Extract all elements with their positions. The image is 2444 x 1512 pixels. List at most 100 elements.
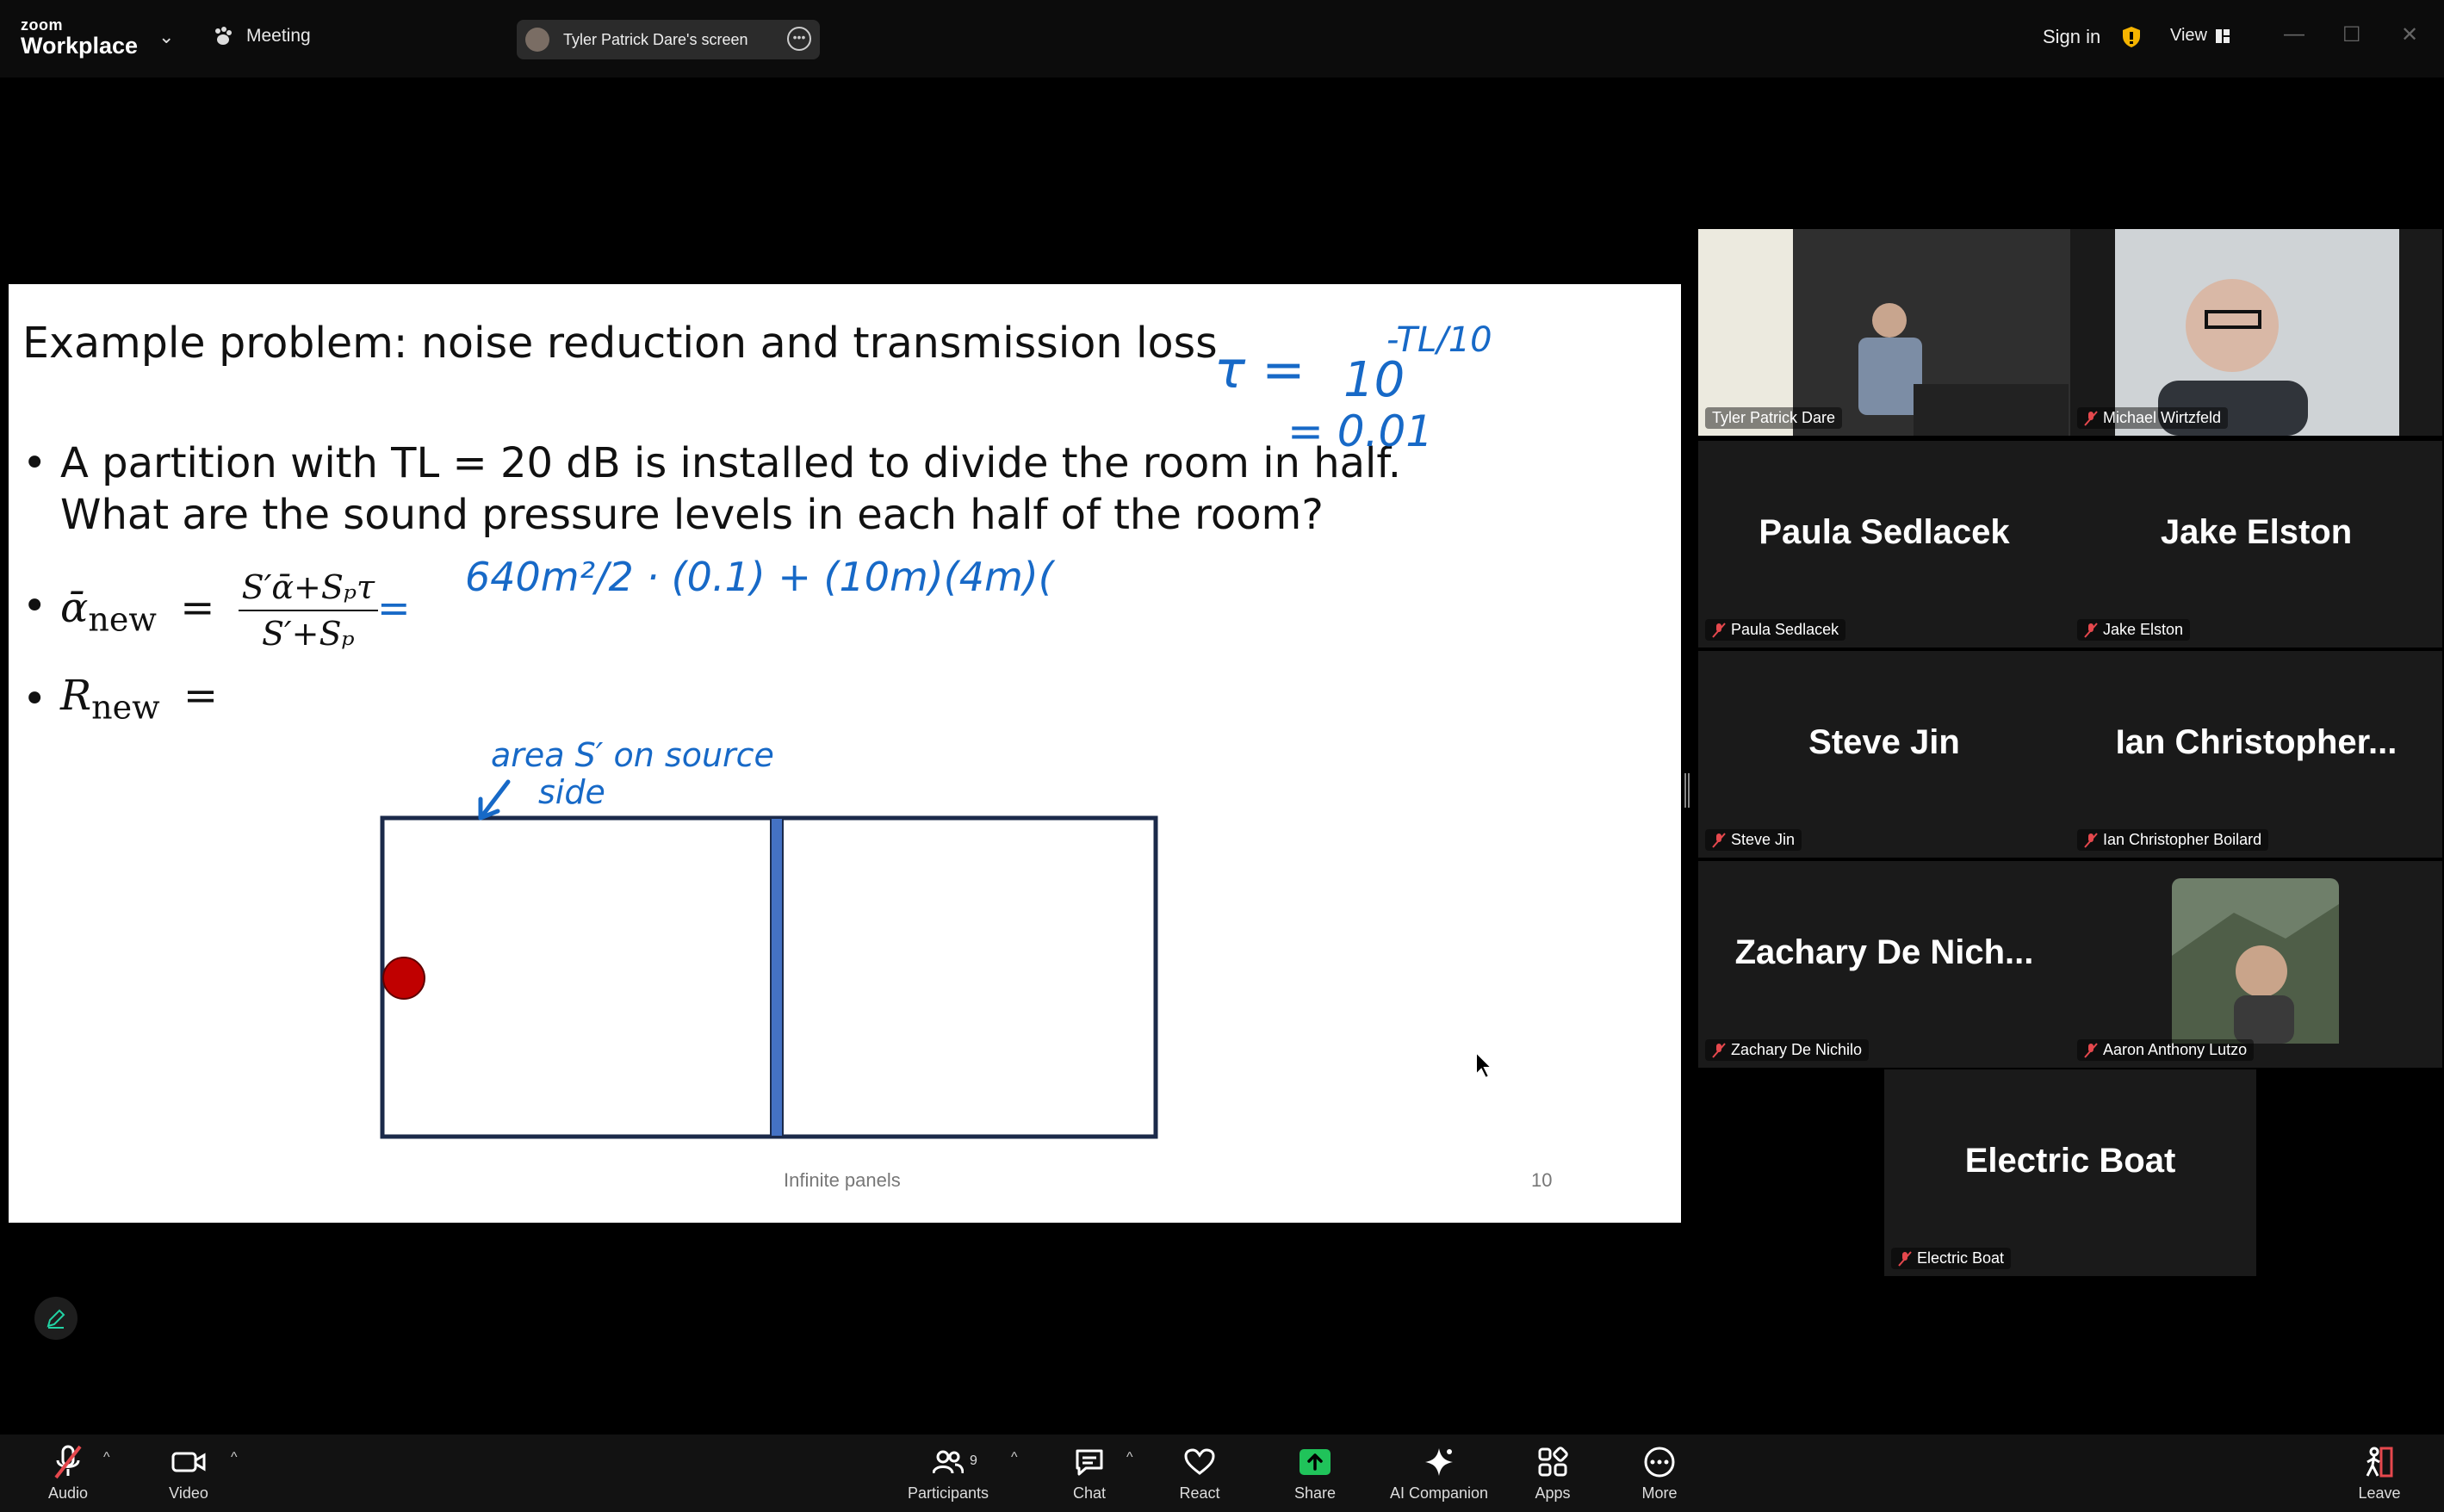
participant-name: Steve Jin [1731,831,1796,848]
participant-name: Ian Christopher Boilard [2103,831,2262,848]
ink-equals: = [377,585,411,631]
ink-ten: 10 [1343,352,1405,408]
leave-icon [2366,1447,2393,1478]
ink-result: = 0.01 [1287,406,1433,456]
shield-icon[interactable] [2122,26,2141,48]
participant-display-name: Ian Christopher... [2115,723,2397,761]
audio-options-chevron-icon[interactable]: ^ [103,1450,110,1466]
participant-name: Aaron Anthony Lutzo [2103,1041,2248,1058]
participant-tile[interactable]: Zachary De Nich... Zachary De Nichilo [1698,861,2070,1068]
video-options-chevron-icon[interactable]: ^ [231,1450,238,1466]
participant-tile[interactable]: Ian Christopher... Ian Christopher Boila… [2070,651,2442,858]
more-button[interactable]: More [1612,1443,1707,1503]
participant-label: Michael Wirtzfeld [2077,407,2229,429]
paw-icon [215,27,232,45]
mic-muted-icon [2084,622,2098,638]
screen-share-label: Tyler Patrick Dare's screen [563,30,748,48]
leave-button[interactable]: Leave [2332,1443,2427,1503]
video-camera-icon [171,1452,206,1472]
participants-options-chevron-icon[interactable]: ^ [1011,1450,1018,1466]
panel-splitter-handle[interactable] [1684,773,1690,808]
view-label: View [2170,26,2207,45]
meeting-menu[interactable]: Meeting [212,26,311,46]
ink-exponent: -TL/10 [1386,320,1492,360]
presenter-avatar [525,28,549,52]
ai-companion-button[interactable]: AI Companion [1383,1443,1495,1503]
participant-tile[interactable]: Steve Jin Steve Jin [1698,651,2070,858]
participant-name: Paula Sedlacek [1731,621,1839,638]
annotate-button[interactable] [34,1297,78,1340]
participants-count: 9 [970,1453,977,1468]
view-menu[interactable]: View [2170,26,2230,46]
apps-label: Apps [1535,1484,1571,1502]
title-bar: zoom Workplace ⌄ Meeting Tyler Patrick D… [0,0,2444,77]
mic-muted-icon [54,1445,82,1479]
ink-expression: 640m²/2 · (0.1) + (10m)(4m)( [465,554,1056,600]
ink-annotations: τ = 10 -TL/10 = 0.01 = 640m²/2 · (0.1) +… [377,320,1492,821]
video-button[interactable]: Video [141,1443,236,1503]
participant-tile[interactable]: Michael Wirtzfeld [2070,229,2442,436]
more-icon [1644,1447,1675,1478]
participant-name: Jake Elston [2103,621,2184,638]
chat-button[interactable]: Chat [1042,1443,1137,1503]
more-label: More [1641,1484,1678,1502]
participant-display-name: Steve Jin [1808,723,1960,761]
maximize-icon[interactable]: ☐ [2342,22,2361,47]
chat-icon [1076,1449,1103,1476]
ink-note-line-2: side [538,773,605,811]
participant-video [1698,229,2070,436]
mic-muted-icon [1712,832,1726,848]
close-icon[interactable]: ✕ [2401,22,2418,47]
mic-muted-icon [2084,410,2098,426]
participant-label: Paula Sedlacek [1705,619,1846,641]
participant-name: Electric Boat [1917,1249,2005,1267]
heart-icon [1184,1448,1215,1475]
participant-video [2070,229,2442,436]
more-options-icon[interactable]: ••• [787,27,811,51]
participant-label: Ian Christopher Boilard [2077,829,2269,851]
participant-tile[interactable]: Tyler Patrick Dare [1698,229,2070,436]
minimize-icon[interactable]: — [2284,22,2304,46]
participant-tile[interactable]: Aaron Anthony Lutzo [2070,861,2442,1068]
shared-slide: Example problem: noise reduction and tra… [9,284,1681,1223]
apps-icon [1538,1447,1568,1477]
participant-label: Zachary De Nichilo [1705,1039,1870,1061]
mic-muted-icon [1712,1042,1726,1058]
participant-label: Aaron Anthony Lutzo [2077,1039,2255,1061]
video-label: Video [169,1484,208,1502]
chevron-down-icon[interactable]: ⌄ [158,26,174,48]
ink-note-line-1: area S′ on source [491,736,774,774]
participant-name: Zachary De Nichilo [1731,1041,1863,1058]
slide-page-number: 10 [1531,1169,1553,1191]
apps-button[interactable]: Apps [1505,1443,1600,1503]
participants-label: Participants [907,1484,989,1502]
meeting-label: Meeting [246,26,311,46]
audio-button[interactable]: Audio [21,1443,115,1503]
participant-tile[interactable]: Jake Elston Jake Elston [2070,441,2442,648]
share-screen-icon [1300,1449,1331,1475]
mic-muted-icon [2084,832,2098,848]
share-label: Share [1293,1484,1337,1502]
participant-label: Tyler Patrick Dare [1705,407,1843,429]
brand-small: zoom [21,16,63,34]
participant-display-name: Zachary De Nich... [1734,933,2034,971]
participant-video [2070,861,2442,1068]
participant-label: Steve Jin [1705,829,1802,851]
ai-companion-label: AI Companion [1389,1484,1489,1502]
mic-muted-icon [2084,1042,2098,1058]
screen-share-pill[interactable]: Tyler Patrick Dare's screen ••• [517,20,820,59]
slide-footer: Infinite panels [784,1169,901,1191]
sparkle-icon [1425,1448,1453,1476]
react-button[interactable]: React [1152,1443,1247,1503]
grid-view-icon [2216,28,2230,43]
chat-options-chevron-icon[interactable]: ^ [1126,1450,1133,1466]
participants-button[interactable]: Participants [901,1443,996,1503]
participant-tile[interactable]: Electric Boat Electric Boat [1884,1069,2256,1276]
mic-muted-icon [1712,622,1726,638]
participant-display-name: Electric Boat [1964,1142,2176,1180]
share-button[interactable]: Share [1268,1443,1362,1503]
participant-tile[interactable]: Paula Sedlacek Paula Sedlacek [1698,441,2070,648]
sign-in-link[interactable]: Sign in [2043,26,2100,48]
zoom-workplace-logo[interactable]: zoom Workplace [21,17,138,58]
participants-icon [933,1450,964,1474]
